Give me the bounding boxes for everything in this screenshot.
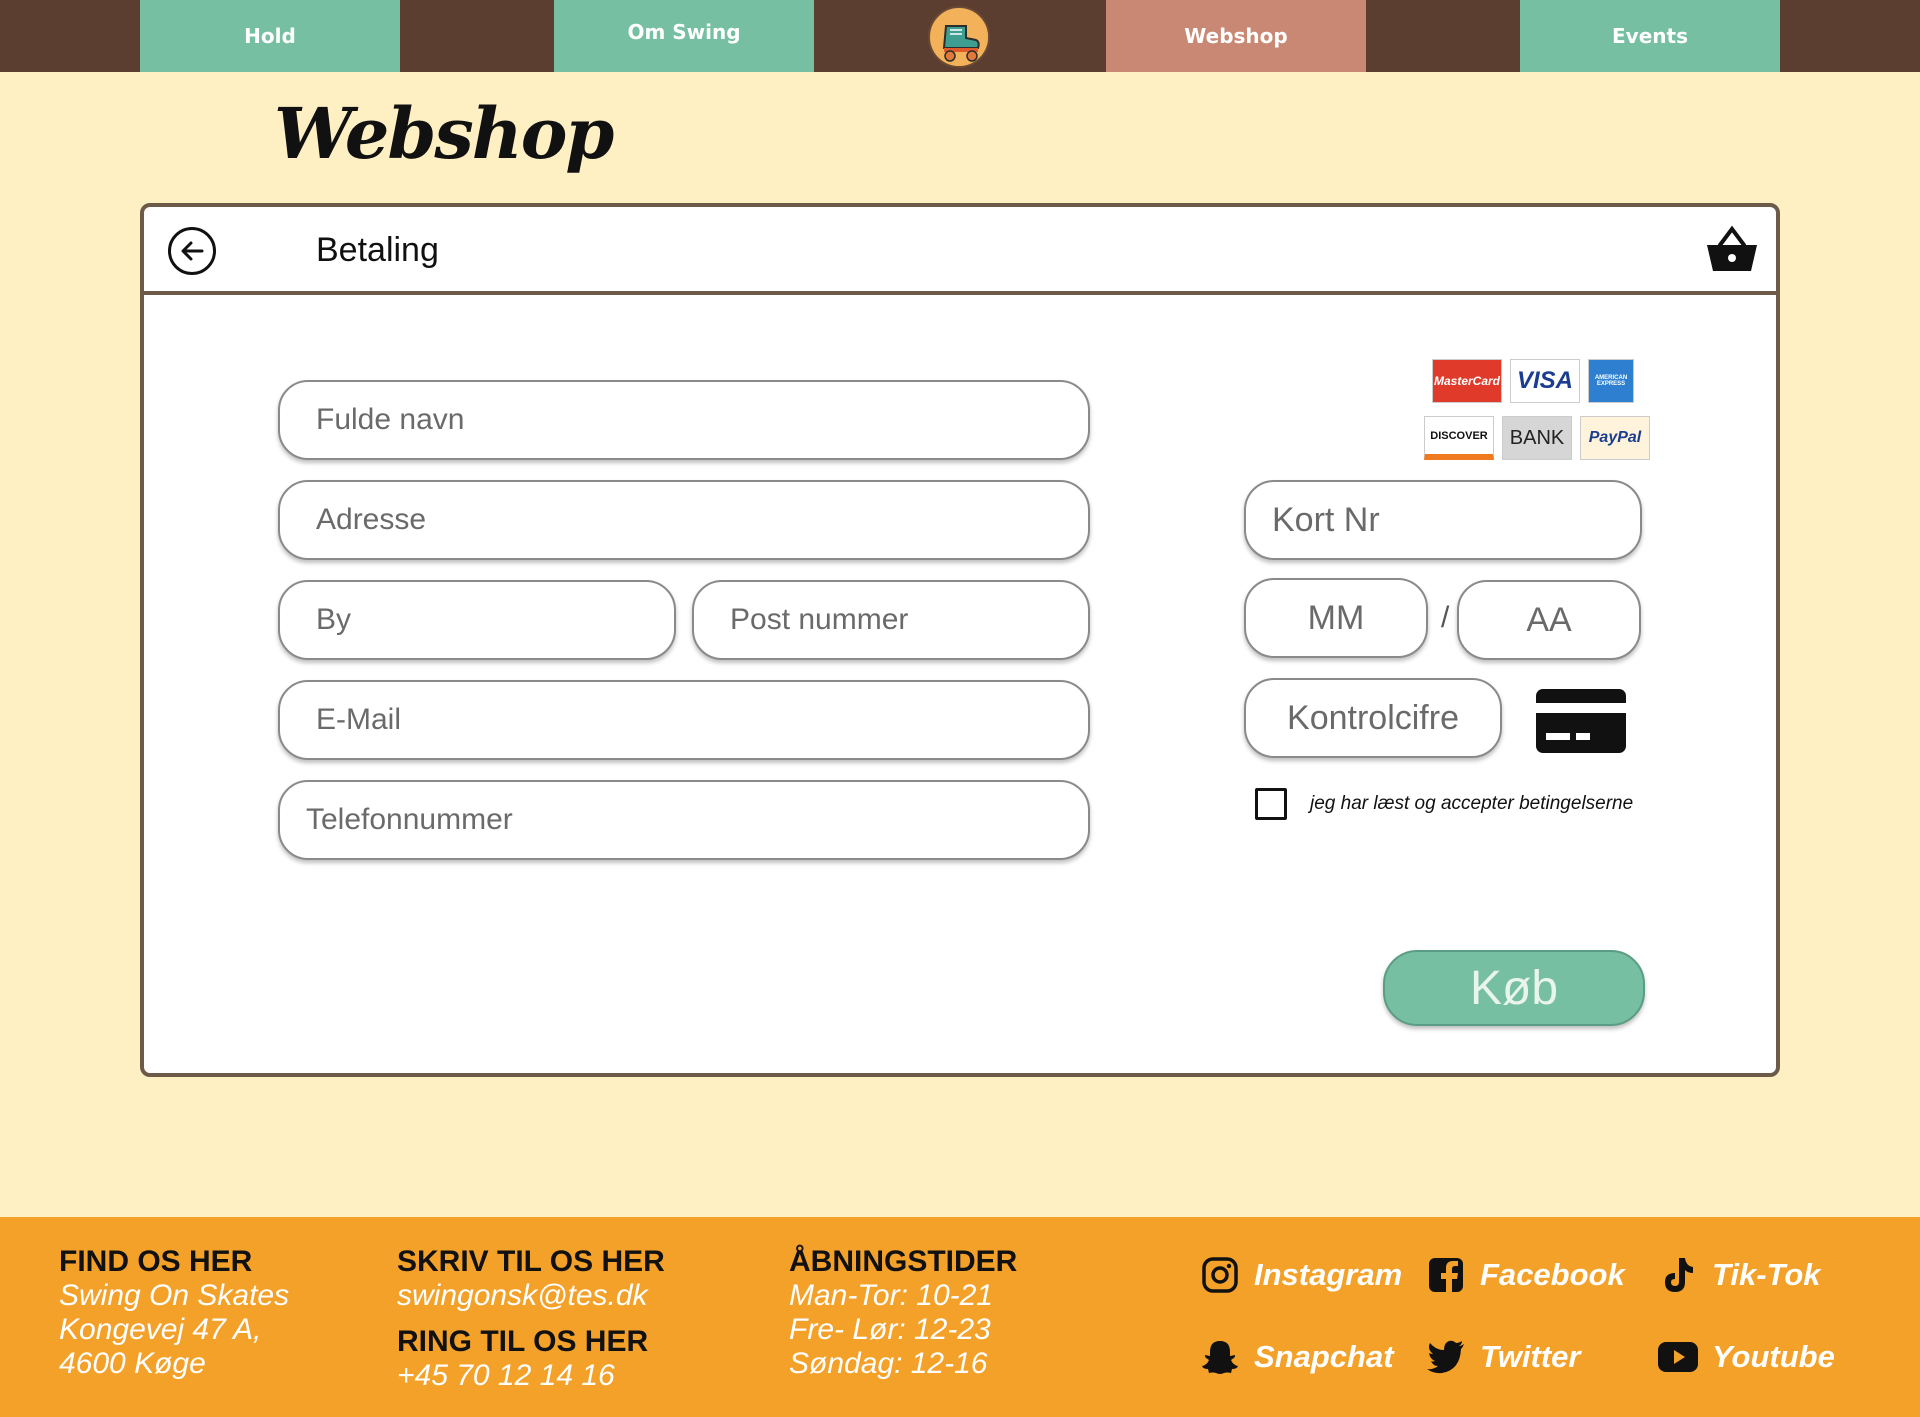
expiry-separator: / (1441, 601, 1450, 634)
checkout-card: Betaling Fulde navn Adresse By Post numm… (140, 203, 1780, 1077)
social-link-youtube[interactable]: Youtube (1658, 1337, 1835, 1377)
contact-phone-link[interactable]: +45 70 12 14 16 (397, 1359, 665, 1393)
social-link-tiktok[interactable]: Tik-Tok (1658, 1255, 1821, 1295)
nav-item-webshop[interactable]: Webshop (1106, 0, 1366, 72)
footer-opening-hours: ÅBNINGSTIDER Man-Tor: 10-21 Fre- Lør: 12… (789, 1245, 1017, 1381)
hours-line: Fre- Lør: 12-23 (789, 1313, 991, 1346)
footer-contact: SKRIV TIL OS HER swingonsk@tes.dk RING T… (397, 1245, 665, 1393)
visa-logo: VISA (1510, 359, 1580, 403)
nav-item-events[interactable]: Events (1520, 0, 1780, 72)
top-navigation: Hold Om Swing Webshop Events (0, 0, 1920, 72)
terms-checkbox[interactable] (1255, 788, 1287, 820)
social-link-instagram[interactable]: Instagram (1200, 1255, 1402, 1295)
checkout-title: Betaling (316, 231, 439, 269)
hours-heading: ÅBNINGSTIDER (789, 1245, 1018, 1278)
hours-line: Man-Tor: 10-21 (789, 1279, 993, 1312)
credit-card-icon (1536, 689, 1626, 753)
expiry-year-field[interactable]: AA (1457, 580, 1641, 660)
social-label: Instagram (1254, 1257, 1403, 1292)
facebook-icon (1426, 1255, 1466, 1295)
city-field[interactable]: By (278, 580, 676, 660)
phone-field[interactable]: Telefonnummer (278, 780, 1090, 860)
social-label: Snapchat (1254, 1339, 1394, 1374)
paypal-logo: PayPal (1580, 416, 1650, 460)
footer-find-us: FIND OS HER Swing On Skates Kongevej 47 … (59, 1245, 289, 1381)
buy-button[interactable]: Køb (1383, 950, 1645, 1026)
amex-logo: AMERICAN EXPRESS (1588, 359, 1634, 403)
write-heading: SKRIV TIL OS HER (397, 1245, 665, 1278)
snapchat-icon (1200, 1337, 1240, 1377)
twitter-icon (1426, 1337, 1466, 1377)
nav-item-hold[interactable]: Hold (140, 0, 400, 72)
expiry-month-field[interactable]: MM (1244, 578, 1428, 658)
tiktok-icon (1658, 1255, 1698, 1295)
find-line: Kongevej 47 A, (59, 1313, 262, 1346)
call-heading: RING TIL OS HER (397, 1325, 649, 1358)
social-label: Facebook (1480, 1257, 1625, 1292)
social-link-facebook[interactable]: Facebook (1426, 1255, 1625, 1295)
full-name-field[interactable]: Fulde navn (278, 380, 1090, 460)
terms-label: jeg har læst og accepter betingelserne (1310, 793, 1634, 814)
arrow-left-circle-icon[interactable] (168, 227, 216, 275)
social-label: Tik-Tok (1712, 1257, 1821, 1292)
social-label: Twitter (1480, 1339, 1581, 1374)
discover-logo: DISCOVER (1424, 416, 1494, 460)
page-title: Webshop (274, 92, 614, 175)
roller-skate-icon[interactable] (928, 6, 990, 68)
postal-code-field[interactable]: Post nummer (692, 580, 1090, 660)
contact-email-link[interactable]: swingonsk@tes.dk (397, 1279, 665, 1313)
address-field[interactable]: Adresse (278, 480, 1090, 560)
card-number-field[interactable]: Kort Nr (1244, 480, 1642, 560)
hours-line: Søndag: 12-16 (789, 1347, 988, 1380)
email-field[interactable]: E-Mail (278, 680, 1090, 760)
checkout-header: Betaling (144, 207, 1776, 295)
instagram-icon (1200, 1255, 1240, 1295)
cvc-field[interactable]: Kontrolcifre (1244, 678, 1502, 758)
mastercard-logo: MasterCard (1432, 359, 1502, 403)
bank-logo: BANK (1502, 416, 1572, 460)
nav-item-om-swing[interactable]: Om Swing (554, 0, 814, 72)
find-line: 4600 Køge (59, 1347, 206, 1380)
social-link-snapchat[interactable]: Snapchat (1200, 1337, 1394, 1377)
find-line: Swing On Skates (59, 1279, 290, 1312)
shopping-basket-icon[interactable] (1704, 225, 1760, 275)
social-link-twitter[interactable]: Twitter (1426, 1337, 1580, 1377)
find-heading: FIND OS HER (59, 1245, 253, 1278)
social-label: Youtube (1712, 1339, 1835, 1374)
youtube-icon (1658, 1337, 1698, 1377)
footer: FIND OS HER Swing On Skates Kongevej 47 … (0, 1217, 1920, 1417)
